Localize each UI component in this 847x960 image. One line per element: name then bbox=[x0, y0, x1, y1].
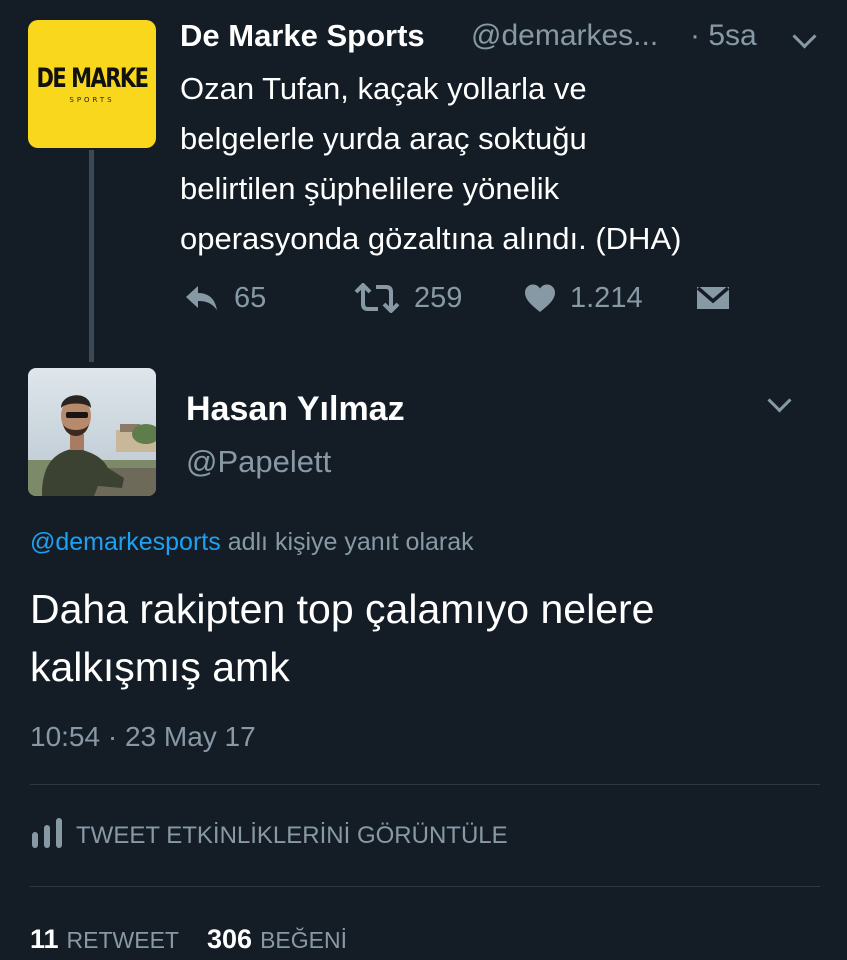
analytics-bars-icon bbox=[30, 816, 64, 855]
engagement-stats: 11 RETWEET 306 BEĞENİ bbox=[30, 924, 347, 955]
direct-message-button[interactable] bbox=[696, 280, 730, 316]
divider bbox=[30, 886, 820, 887]
like-count: 1.214 bbox=[570, 281, 643, 314]
tweet-activity-label: TWEET ETKİNLİKLERİNİ GÖRÜNTÜLE bbox=[76, 821, 508, 849]
retweet-button[interactable]: 259 bbox=[354, 280, 462, 316]
brand-logo-subtext: SPORTS bbox=[69, 96, 115, 104]
user-avatar-photo bbox=[28, 368, 156, 496]
tweet-activity-button[interactable]: TWEET ETKİNLİKLERİNİ GÖRÜNTÜLE bbox=[30, 816, 508, 855]
reply-count: 65 bbox=[234, 281, 267, 314]
like-total[interactable]: 306 bbox=[207, 924, 252, 955]
chevron-down-icon[interactable] bbox=[767, 388, 792, 413]
reply-button[interactable]: 65 bbox=[184, 280, 266, 316]
brand-avatar[interactable]: DE MARKE SPORTS bbox=[28, 20, 156, 148]
parent-tweet-text: Ozan Tufan, kaçak yollarla ve belgelerle… bbox=[180, 71, 682, 256]
retweet-total[interactable]: 11 bbox=[30, 924, 59, 955]
parent-handle[interactable]: @demarkes... bbox=[471, 19, 658, 53]
reply-mention-link[interactable]: @demarkesports bbox=[30, 528, 221, 556]
tweet-timestamp: 10:54 · 23 May 17 bbox=[30, 721, 256, 752]
heart-icon bbox=[524, 283, 556, 313]
divider bbox=[30, 784, 820, 785]
thread-connector-line bbox=[89, 150, 94, 362]
like-button[interactable]: 1.214 bbox=[524, 280, 643, 316]
parent-timestamp[interactable]: · 5sa bbox=[690, 19, 757, 53]
retweet-count: 259 bbox=[414, 281, 463, 314]
like-total-label[interactable]: BEĞENİ bbox=[260, 927, 347, 954]
parent-display-name[interactable]: De Marke Sports bbox=[180, 18, 425, 54]
user-avatar[interactable] bbox=[28, 368, 156, 496]
reply-context-label: adlı kişiye yanıt olarak bbox=[227, 528, 474, 556]
tweet-text: Daha rakipten top çalamıyo nelere kalkış… bbox=[30, 586, 655, 690]
chevron-down-icon[interactable] bbox=[792, 24, 817, 49]
envelope-icon bbox=[696, 284, 730, 312]
reply-context: @demarkesports adlı kişiye yanıt olarak bbox=[30, 528, 474, 557]
author-display-name[interactable]: Hasan Yılmaz bbox=[186, 390, 405, 429]
reply-icon bbox=[184, 284, 220, 312]
retweet-icon bbox=[354, 283, 400, 313]
retweet-total-label[interactable]: RETWEET bbox=[67, 927, 179, 954]
brand-logo-text: DE MARKE bbox=[36, 63, 149, 93]
author-handle[interactable]: @Papelett bbox=[186, 444, 331, 480]
